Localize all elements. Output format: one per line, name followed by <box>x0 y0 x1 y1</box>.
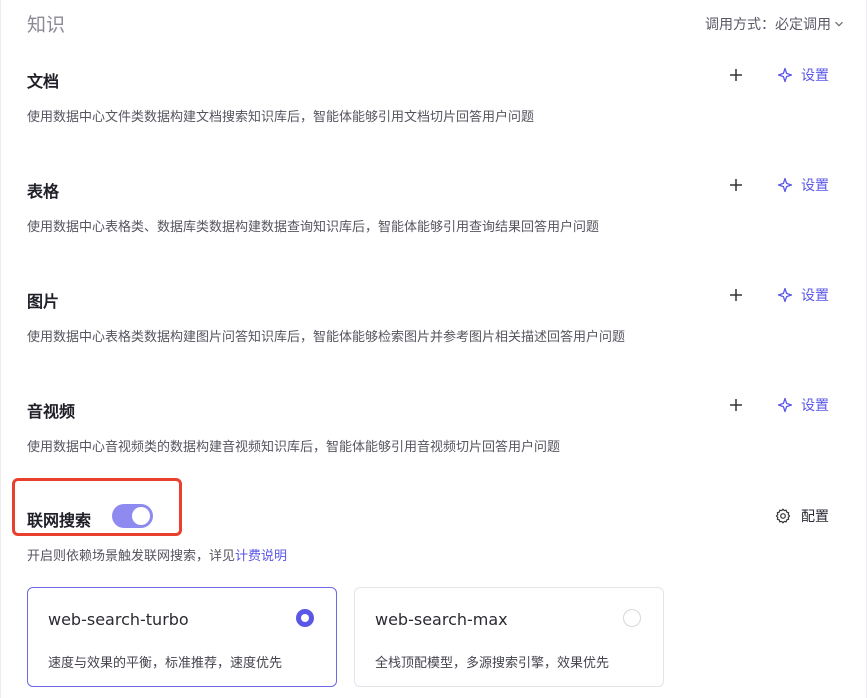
section-description: 使用数据中心表格类、数据库类数据构建数据查询知识库后，智能体能够引用查询结果回答… <box>27 220 600 235</box>
gear-icon <box>775 508 791 524</box>
web-search-desc-text: 开启则依赖场景触发联网搜索，详见 <box>27 549 236 564</box>
model-name: web-search-turbo <box>48 610 189 629</box>
add-audio-video-button[interactable] <box>727 396 745 414</box>
knowledge-header: 知识 调用方式： 必定调用 <box>27 8 847 38</box>
radio-unselected[interactable] <box>623 609 641 627</box>
model-name: web-search-max <box>375 610 508 629</box>
plus-icon <box>730 69 742 81</box>
section-title: 音视频 <box>27 402 76 421</box>
sparkle-icon <box>777 397 793 413</box>
model-description: 速度与效果的平衡，标准推荐，速度优先 <box>48 656 283 671</box>
section-title: 文档 <box>27 72 60 91</box>
section-description: 使用数据中心音视频类的数据构建音视频知识库后，智能体能够引用音视频切片回答用户问… <box>27 440 561 455</box>
audio-video-settings-button[interactable]: 设置 <box>777 395 829 415</box>
section-description: 使用数据中心表格类数据构建图片问答知识库后，智能体能够检索图片并参考图片相关描述… <box>27 330 626 345</box>
section-description: 使用数据中心文件类数据构建文档搜索知识库后，智能体能够引用文档切片回答用户问题 <box>27 110 535 125</box>
settings-label: 设置 <box>801 68 829 84</box>
radio-selected[interactable] <box>296 609 314 627</box>
section-documents: 文档 设置 使用数据中心文件类数据构建文档搜索知识库后，智能体能够引用文档切片回… <box>27 65 837 138</box>
knowledge-title: 知识 <box>27 14 66 36</box>
settings-label: 设置 <box>801 288 829 304</box>
invocation-mode-dropdown[interactable]: 调用方式： 必定调用 <box>705 14 844 34</box>
panel-left-border <box>0 0 1 698</box>
section-title: 表格 <box>27 182 60 201</box>
section-images: 图片 设置 使用数据中心表格类数据构建图片问答知识库后，智能体能够检索图片并参考… <box>27 285 837 358</box>
image-settings-button[interactable]: 设置 <box>777 285 829 305</box>
model-card-web-search-max[interactable]: web-search-max 全栈顶配模型，多源搜索引擎，效果优先 <box>354 587 664 687</box>
table-settings-button[interactable]: 设置 <box>777 175 829 195</box>
model-card-web-search-turbo[interactable]: web-search-turbo 速度与效果的平衡，标准推荐，速度优先 <box>27 587 337 687</box>
model-description: 全栈顶配模型，多源搜索引擎，效果优先 <box>375 656 610 671</box>
billing-info-link[interactable]: 计费说明 <box>235 549 287 564</box>
section-tables: 表格 设置 使用数据中心表格类、数据库类数据构建数据查询知识库后，智能体能够引用… <box>27 175 837 248</box>
sparkle-icon <box>777 67 793 83</box>
add-image-button[interactable] <box>727 286 745 304</box>
plus-icon <box>730 399 742 411</box>
chevron-down-icon <box>834 19 844 29</box>
section-audio-video: 音视频 设置 使用数据中心音视频类的数据构建音视频知识库后，智能体能够引用音视频… <box>27 395 837 468</box>
web-search-title: 联网搜索 <box>27 511 92 530</box>
configure-label: 配置 <box>801 509 829 525</box>
sparkle-icon <box>777 177 793 193</box>
add-table-button[interactable] <box>727 176 745 194</box>
sparkle-icon <box>777 287 793 303</box>
invocation-mode-label: 调用方式： <box>705 17 775 33</box>
settings-label: 设置 <box>801 178 829 194</box>
section-title: 图片 <box>27 292 60 311</box>
web-search-configure-button[interactable]: 配置 <box>775 506 829 526</box>
plus-icon <box>730 289 742 301</box>
settings-label: 设置 <box>801 398 829 414</box>
plus-icon <box>730 179 742 191</box>
web-search-toggle[interactable] <box>112 504 153 528</box>
toggle-knob <box>132 507 150 525</box>
add-document-button[interactable] <box>727 66 745 84</box>
invocation-mode-value: 必定调用 <box>775 17 831 33</box>
document-settings-button[interactable]: 设置 <box>777 65 829 85</box>
web-search-description: 开启则依赖场景触发联网搜索，详见计费说明 <box>27 545 287 564</box>
